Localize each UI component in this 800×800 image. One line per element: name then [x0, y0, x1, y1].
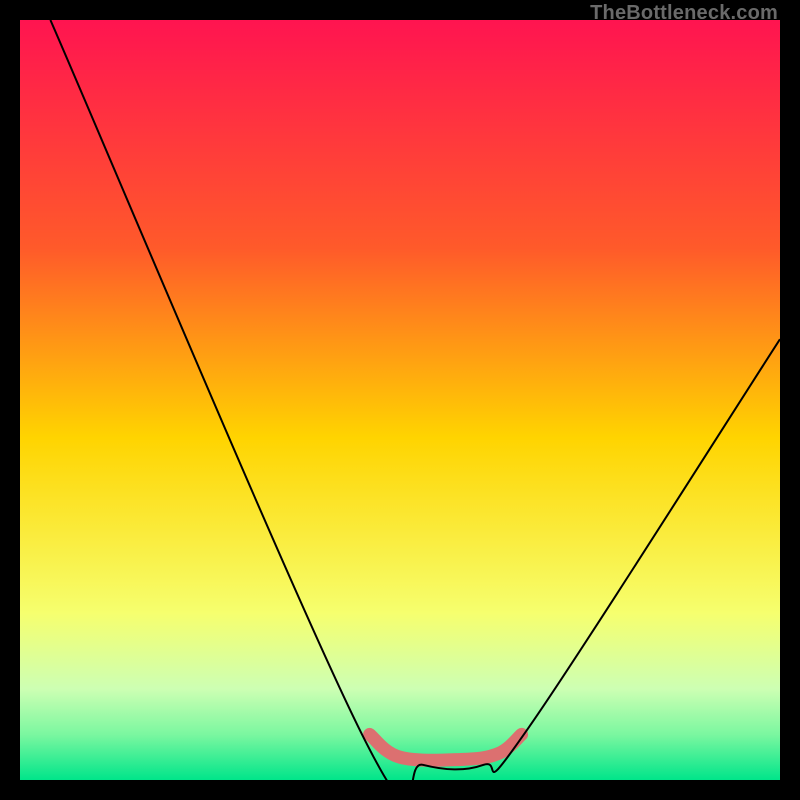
- bottleneck-chart: [20, 20, 780, 780]
- watermark-text: TheBottleneck.com: [590, 2, 778, 25]
- chart-background: [20, 20, 780, 780]
